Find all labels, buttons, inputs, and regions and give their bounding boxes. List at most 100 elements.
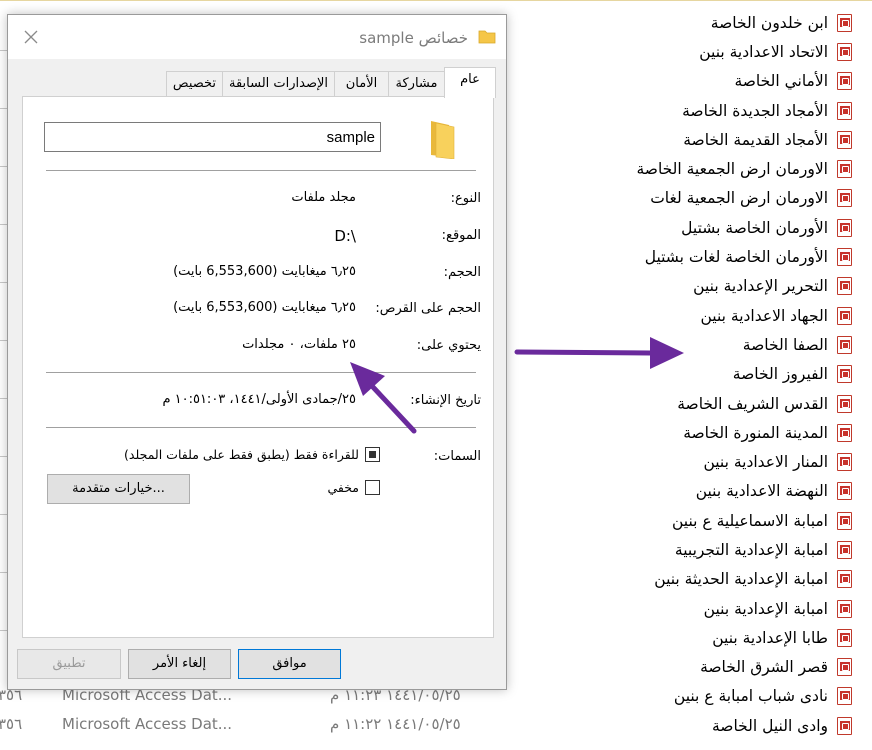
pdf-file-icon bbox=[836, 599, 852, 618]
size-value: ٦٫٢٥ ميغابايت (6,553,600 بايت) bbox=[173, 264, 356, 279]
pdf-file-icon bbox=[836, 628, 852, 647]
pdf-file-icon bbox=[836, 511, 852, 530]
file-name: امبابة الإعدادية الحديثة بنين bbox=[654, 570, 828, 589]
folder-icon bbox=[478, 30, 496, 44]
file-detail-row[interactable]: ٣٥٦ Microsoft Access Dat... ١٤٤١/٠٥/٢٥ ١… bbox=[0, 715, 500, 743]
file-name: نادى شباب امبابة ع بنين bbox=[673, 687, 828, 706]
file-list-item[interactable]: الجهاد الاعدادية بنين bbox=[552, 301, 852, 330]
file-list-item[interactable]: المدينة المنورة الخاصة bbox=[552, 418, 852, 447]
file-list-item[interactable]: امبابة الإعدادية الحديثة بنين bbox=[552, 565, 852, 594]
close-button[interactable] bbox=[20, 26, 42, 48]
file-list-item[interactable]: الأورمان الخاصة لغات بشتيل bbox=[552, 242, 852, 271]
pdf-file-icon bbox=[836, 540, 852, 559]
file-name: المدينة المنورة الخاصة bbox=[683, 423, 828, 442]
folder-icon bbox=[431, 121, 455, 159]
file-name: التحرير الإعدادية بنين bbox=[693, 277, 828, 296]
cancel-button[interactable]: إلغاء الأمر bbox=[128, 649, 231, 679]
tab-previous-versions[interactable]: الإصدارات السابقة bbox=[222, 71, 335, 97]
file-list: ابن خلدون الخاصة الاتحاد الاعدادية بنين ال… bbox=[552, 8, 852, 740]
pdf-file-icon bbox=[836, 453, 852, 472]
file-name: الأماني الخاصة bbox=[734, 72, 828, 91]
file-name: الاورمان ارض الجمعية لغات bbox=[650, 189, 828, 208]
file-list-item[interactable]: امبابة الإعدادية بنين bbox=[552, 594, 852, 623]
pdf-file-icon bbox=[836, 72, 852, 91]
file-list-item[interactable]: النهضة الاعدادية بنين bbox=[552, 477, 852, 506]
file-list-item[interactable]: طابا الإعدادية بنين bbox=[552, 623, 852, 652]
advanced-button[interactable]: خيارات متقدمة... bbox=[47, 474, 190, 504]
file-list-item[interactable]: امبابة الإعدادية التجريبية bbox=[552, 535, 852, 564]
pdf-file-icon bbox=[836, 570, 852, 589]
file-name: الاورمان ارض الجمعية الخاصة bbox=[636, 160, 828, 179]
hidden-checkbox-row[interactable]: مخفي bbox=[327, 480, 380, 495]
file-list-item[interactable]: قصر الشرق الخاصة bbox=[552, 653, 852, 682]
pdf-file-icon bbox=[836, 365, 852, 384]
readonly-label: للقراءة فقط (يطبق فقط على ملفات المجلد) bbox=[124, 447, 359, 462]
tab-bar: عام مشاركة الأمان الإصدارات السابقة تخصي… bbox=[166, 67, 496, 98]
location-label: الموقع: bbox=[441, 228, 481, 243]
file-name: الأمجاد الجديدة الخاصة bbox=[682, 101, 828, 120]
file-date: ١٤٤١/٠٥/٢٥ ١١:٢٢ م bbox=[330, 715, 461, 733]
pdf-file-icon bbox=[836, 160, 852, 179]
file-list-item[interactable]: القدس الشريف الخاصة bbox=[552, 389, 852, 418]
pdf-file-icon bbox=[836, 42, 852, 61]
type-value: مجلد ملفات bbox=[291, 190, 356, 205]
pdf-file-icon bbox=[836, 248, 852, 267]
file-name: الاتحاد الاعدادية بنين bbox=[699, 42, 828, 61]
file-list-item[interactable]: الفيروز الخاصة bbox=[552, 360, 852, 389]
ok-button[interactable]: موافق bbox=[238, 649, 341, 679]
file-name: القدس الشريف الخاصة bbox=[677, 394, 828, 413]
file-name: المنار الاعدادية بنين bbox=[703, 453, 828, 472]
size-label: الحجم: bbox=[443, 265, 481, 280]
file-type: Microsoft Access Dat... bbox=[62, 715, 233, 733]
file-list-item[interactable]: الاورمان ارض الجمعية لغات bbox=[552, 184, 852, 213]
pdf-file-icon bbox=[836, 13, 852, 32]
file-list-item[interactable]: نادى شباب امبابة ع بنين bbox=[552, 682, 852, 711]
file-name: امبابة الإعدادية التجريبية bbox=[674, 540, 828, 559]
file-list-item[interactable]: الاتحاد الاعدادية بنين bbox=[552, 37, 852, 66]
folder-name-input[interactable] bbox=[44, 122, 381, 152]
pdf-file-icon bbox=[836, 335, 852, 354]
pdf-file-icon bbox=[836, 482, 852, 501]
file-list-item[interactable]: وادى النيل الخاصة bbox=[552, 711, 852, 740]
pdf-file-icon bbox=[836, 306, 852, 325]
file-name: امبابة الإعدادية بنين bbox=[703, 599, 828, 618]
file-list-item[interactable]: الاورمان ارض الجمعية الخاصة bbox=[552, 154, 852, 183]
file-size-partial: ٣٥٦ bbox=[0, 715, 23, 733]
file-list-item[interactable]: الصفا الخاصة bbox=[552, 330, 852, 359]
readonly-checkbox-row[interactable]: للقراءة فقط (يطبق فقط على ملفات المجلد) bbox=[124, 447, 380, 462]
pdf-file-icon bbox=[836, 716, 852, 735]
pdf-file-icon bbox=[836, 130, 852, 149]
file-name: ابن خلدون الخاصة bbox=[710, 13, 828, 32]
readonly-checkbox[interactable] bbox=[365, 447, 380, 462]
background-top-border bbox=[0, 0, 872, 1]
tab-general[interactable]: عام bbox=[444, 67, 496, 98]
file-list-item[interactable]: التحرير الإعدادية بنين bbox=[552, 272, 852, 301]
file-list-item[interactable]: ابن خلدون الخاصة bbox=[552, 8, 852, 37]
separator bbox=[46, 372, 476, 373]
tab-security[interactable]: الأمان bbox=[334, 71, 389, 97]
hidden-checkbox[interactable] bbox=[365, 480, 380, 495]
file-name: الأورمان الخاصة بشتيل bbox=[681, 218, 828, 237]
pdf-file-icon bbox=[836, 218, 852, 237]
file-list-item[interactable]: امبابة الاسماعيلية ع بنين bbox=[552, 506, 852, 535]
tab-sharing[interactable]: مشاركة bbox=[388, 71, 445, 97]
pdf-file-icon bbox=[836, 189, 852, 208]
contains-label: يحتوي على: bbox=[416, 338, 481, 353]
file-list-item[interactable]: الأمجاد الجديدة الخاصة bbox=[552, 96, 852, 125]
file-list-item[interactable]: الأورمان الخاصة بشتيل bbox=[552, 213, 852, 242]
size-on-disk-label: الحجم على القرص: bbox=[375, 301, 481, 316]
title-bar[interactable]: خصائص sample bbox=[8, 15, 506, 59]
close-icon bbox=[24, 30, 38, 44]
hidden-label: مخفي bbox=[327, 480, 359, 495]
file-list-item[interactable]: الأمجاد القديمة الخاصة bbox=[552, 125, 852, 154]
type-label: النوع: bbox=[450, 191, 481, 206]
general-tab-panel: النوع: مجلد ملفات الموقع: D:\ الحجم: ٦٫٢… bbox=[22, 96, 494, 638]
file-name: قصر الشرق الخاصة bbox=[700, 658, 828, 677]
tab-customize[interactable]: تخصيص bbox=[166, 71, 223, 97]
size-on-disk-value: ٦٫٢٥ ميغابايت (6,553,600 بايت) bbox=[173, 300, 356, 315]
file-list-item[interactable]: الأماني الخاصة bbox=[552, 67, 852, 96]
file-detail-row[interactable]: ٣٥٦ Microsoft Access Dat... ١٤٤١/٠٥/٢٥ ١… bbox=[0, 686, 500, 714]
pdf-file-icon bbox=[836, 658, 852, 677]
apply-button[interactable]: تطبيق bbox=[17, 649, 121, 679]
file-list-item[interactable]: المنار الاعدادية بنين bbox=[552, 447, 852, 476]
